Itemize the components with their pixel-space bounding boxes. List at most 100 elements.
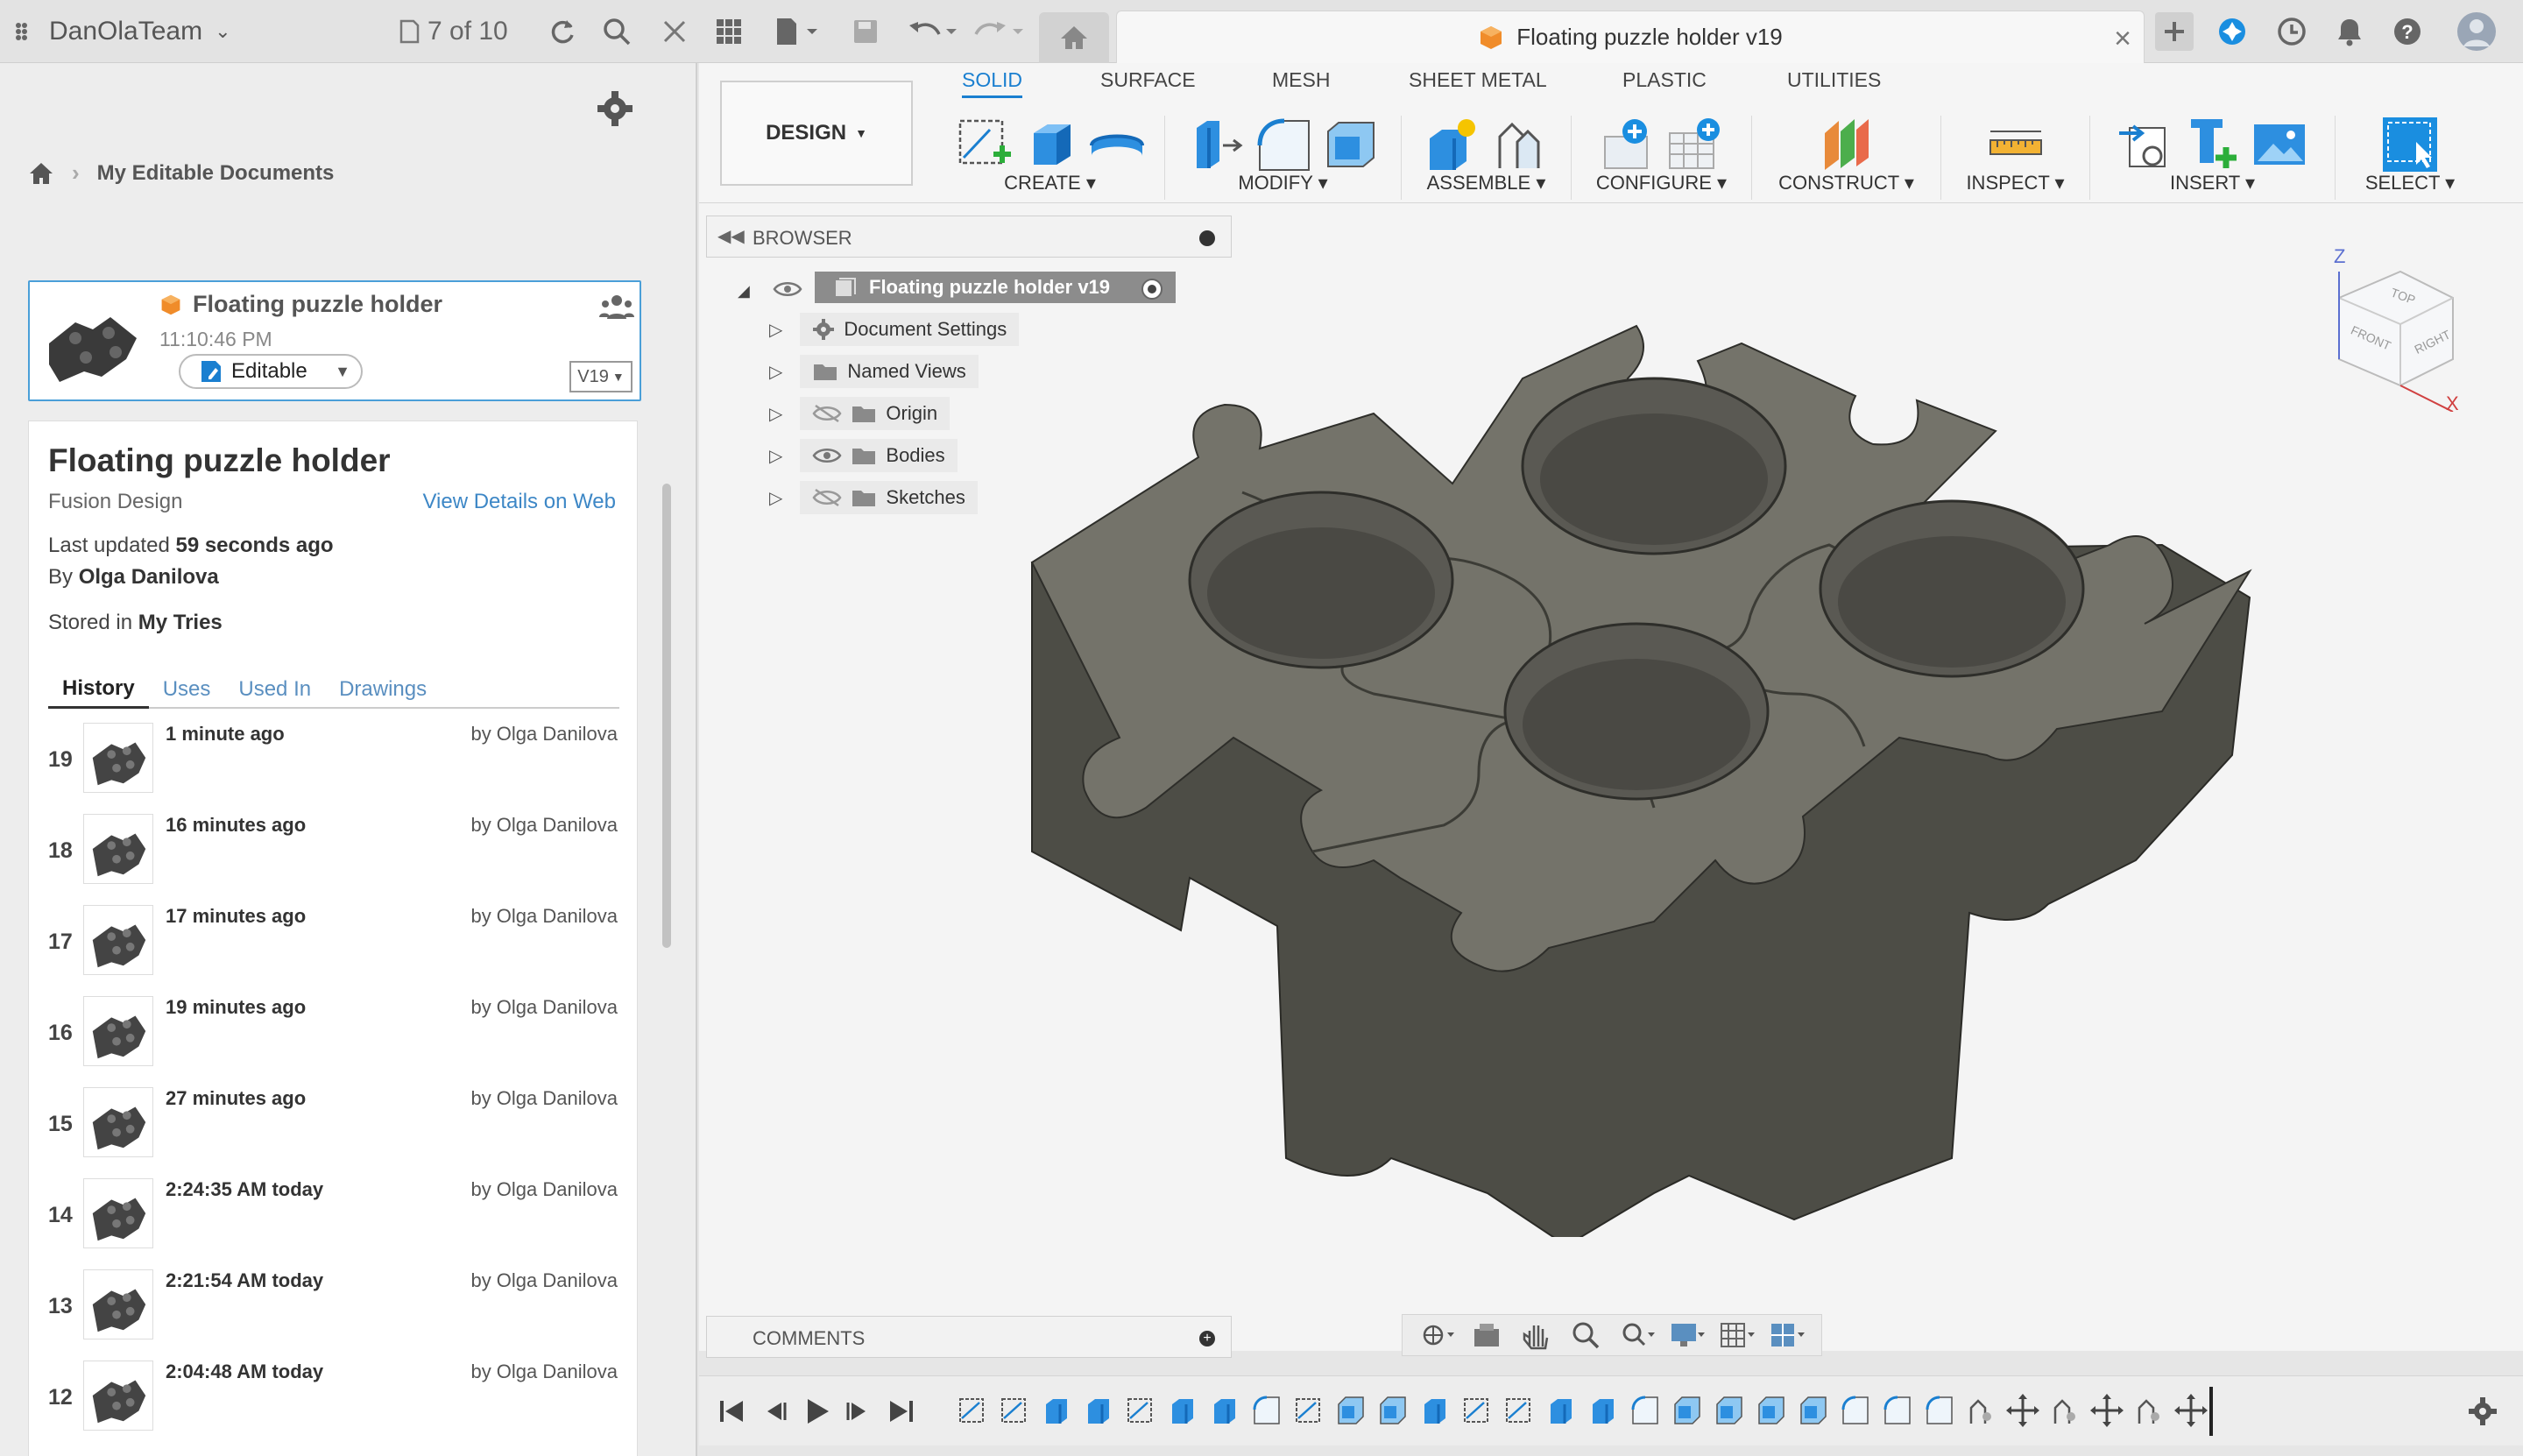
look-at-icon[interactable] [1469,1320,1504,1350]
user-avatar[interactable] [2456,12,2497,51]
timeline-move-feature-icon[interactable] [2006,1394,2039,1427]
history-row[interactable]: 15 27 minutes ago by Olga Danilova [29,1087,639,1178]
tab-uses[interactable]: Uses [149,670,225,709]
insert-derive-icon[interactable] [2117,116,2175,173]
tab-drawings[interactable]: Drawings [325,670,441,709]
tab-utilities[interactable]: UTILITIES [1787,68,1881,92]
timeline-sketch-feature-icon[interactable] [1123,1394,1156,1427]
view-cube[interactable]: Z X TOP FRONT RIGHT [2330,237,2462,414]
create-menu[interactable]: CREATE ▾ [936,172,1164,194]
history-row[interactable]: 13 2:21:54 AM today by Olga Danilova [29,1269,639,1361]
timeline-extrude-feature-icon[interactable] [1586,1394,1619,1427]
close-tab-icon[interactable]: × [2114,22,2131,56]
modify-menu[interactable]: MODIFY ▾ [1165,172,1401,194]
document-card[interactable]: Floating puzzle holder 11:10:46 PM Edita… [28,280,641,401]
stored-value[interactable]: My Tries [138,611,223,634]
revolve-icon[interactable] [1088,116,1146,173]
home-tab[interactable] [1039,12,1109,63]
zoom-icon[interactable] [1569,1320,1604,1350]
hidden-eye-icon[interactable] [812,488,842,507]
timeline-move-feature-icon[interactable] [2090,1394,2124,1427]
tree-item-bodies[interactable]: ▷ Bodies [769,438,958,473]
tab-plastic[interactable]: PLASTIC [1622,68,1707,92]
tree-item-named-views[interactable]: ▷ Named Views [769,354,979,389]
visibility-eye-icon[interactable] [773,272,802,307]
configuration-table-icon[interactable] [1666,116,1724,173]
press-pull-icon[interactable] [1188,116,1246,173]
construct-menu[interactable]: CONSTRUCT ▾ [1752,172,1940,194]
tab-surface[interactable]: SURFACE [1100,68,1196,92]
tab-sheet-metal[interactable]: SHEET METAL [1409,68,1547,92]
timeline-shell-feature-icon[interactable] [1754,1394,1787,1427]
close-all-icon[interactable] [655,12,694,51]
undo-icon[interactable] [906,12,962,51]
history-row[interactable]: 14 2:24:35 AM today by Olga Danilova [29,1178,639,1269]
notifications-bell-icon[interactable] [2330,12,2369,51]
go-to-end-icon[interactable] [885,1396,916,1427]
display-settings-icon[interactable] [1670,1320,1705,1350]
extrude-icon[interactable] [1021,116,1079,173]
document-counter[interactable]: 7 of 10 [396,12,508,51]
browser-root-document[interactable]: Floating puzzle holder v19 [815,272,1176,303]
step-back-icon[interactable] [759,1396,790,1427]
tab-history[interactable]: History [48,670,149,709]
editable-dropdown[interactable]: Editable ▼ [179,354,363,389]
joint-icon[interactable] [1491,116,1549,173]
document-tab[interactable]: Floating puzzle holder v19 × [1116,11,2145,63]
step-forward-icon[interactable] [843,1396,874,1427]
insert-menu[interactable]: INSERT ▾ [2090,172,2335,194]
play-icon[interactable] [801,1396,832,1427]
hidden-eye-icon[interactable] [812,404,842,423]
timeline-shell-feature-icon[interactable] [1375,1394,1409,1427]
scrollbar-thumb[interactable] [662,484,671,948]
assemble-menu[interactable]: ASSEMBLE ▾ [1402,172,1571,194]
timeline-fillet-feature-icon[interactable] [1922,1394,1955,1427]
refresh-icon[interactable] [543,12,582,51]
timeline-joint-feature-icon[interactable] [1964,1394,1997,1427]
history-row[interactable]: 16 19 minutes ago by Olga Danilova [29,996,639,1087]
team-switcher[interactable]: DanOlaTeam ⌄ [12,12,231,51]
offset-plane-icon[interactable] [1818,116,1876,173]
timeline-extrude-feature-icon[interactable] [1207,1394,1240,1427]
home-icon[interactable] [28,161,54,186]
timeline-joint-feature-icon[interactable] [2048,1394,2081,1427]
save-icon[interactable] [846,12,885,51]
comments-panel-header[interactable]: COMMENTS + [706,1316,1232,1358]
browser-panel-header[interactable]: ◀◀ BROWSER [706,216,1232,258]
job-status-icon[interactable] [2272,12,2311,51]
share-people-icon[interactable] [599,293,634,321]
timeline-joint-feature-icon[interactable] [2132,1394,2166,1427]
timeline-fillet-feature-icon[interactable] [1249,1394,1283,1427]
visibility-eye-icon[interactable] [812,446,842,465]
grid-settings-icon[interactable] [1720,1320,1756,1350]
inspect-menu[interactable]: INSPECT ▾ [1941,172,2089,194]
timeline-sketch-feature-icon[interactable] [997,1394,1030,1427]
panel-scrollbar[interactable] [662,421,671,1454]
timeline-fillet-feature-icon[interactable] [1838,1394,1871,1427]
timeline-sketch-feature-icon[interactable] [1291,1394,1325,1427]
tab-mesh[interactable]: MESH [1272,68,1330,92]
help-icon[interactable]: ? [2388,12,2427,51]
timeline-fillet-feature-icon[interactable] [1628,1394,1661,1427]
select-menu[interactable]: SELECT ▾ [2336,172,2484,194]
tree-item-origin[interactable]: ▷ Origin [769,396,951,431]
shell-icon[interactable] [1321,116,1379,173]
settings-gear-icon[interactable] [596,89,634,128]
create-sketch-icon[interactable] [955,116,1013,173]
timeline-sketch-feature-icon[interactable] [1459,1394,1493,1427]
timeline-sketch-feature-icon[interactable] [1502,1394,1535,1427]
new-tab-icon[interactable] [2155,12,2194,51]
timeline-shell-feature-icon[interactable] [1712,1394,1745,1427]
tab-solid[interactable]: SOLID [962,68,1023,98]
history-row[interactable]: 19 1 minute ago by Olga Danilova [29,723,639,814]
tree-root-toggle[interactable]: ◢ [738,273,750,308]
timeline-extrude-feature-icon[interactable] [1544,1394,1577,1427]
redo-icon[interactable] [972,12,1028,51]
data-panel-grid-icon[interactable] [710,12,748,51]
tree-item-sketches[interactable]: ▷ Sketches [769,480,978,515]
measure-icon[interactable] [1987,116,2045,173]
activate-radio-icon[interactable] [1139,272,1165,307]
tab-used-in[interactable]: Used In [224,670,325,709]
orbit-icon[interactable] [1419,1320,1454,1350]
timeline-shell-feature-icon[interactable] [1670,1394,1703,1427]
